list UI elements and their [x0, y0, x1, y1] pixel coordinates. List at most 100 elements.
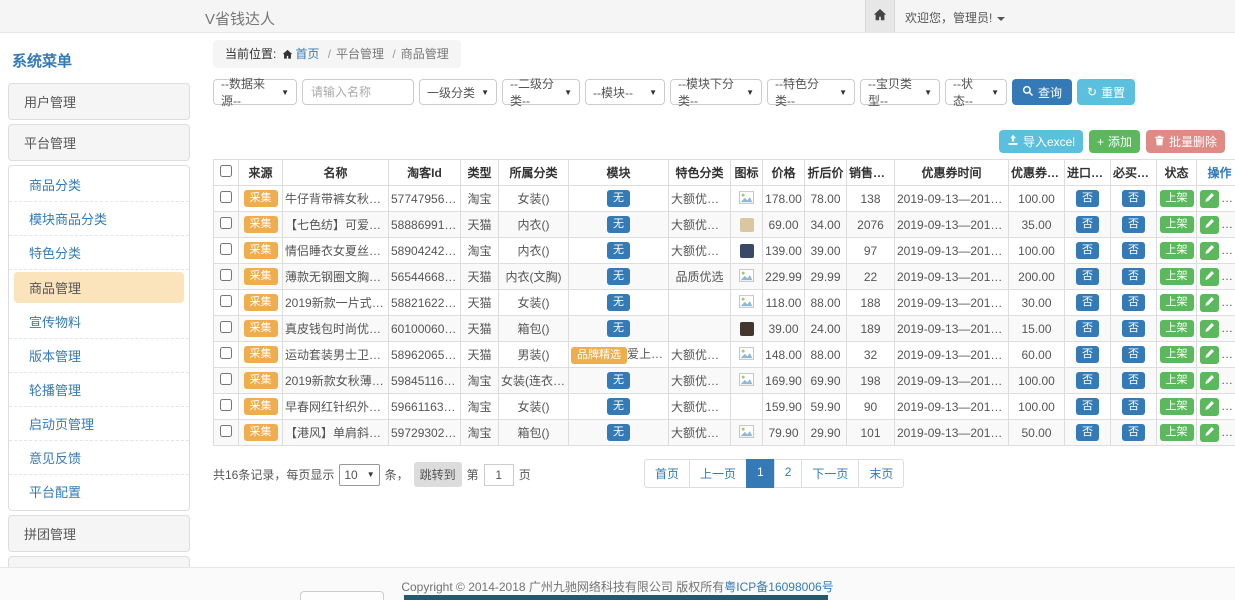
page-last[interactable]: 末页 [858, 459, 904, 488]
status-badge[interactable]: 上架 [1160, 320, 1194, 337]
status-badge[interactable]: 上架 [1160, 424, 1194, 441]
import-pick-badge[interactable]: 否 [1076, 398, 1099, 415]
filter-select-label: --模块-- [593, 84, 633, 101]
icp-link[interactable]: 粤ICP备16098006号 [724, 580, 833, 594]
breadcrumb-home-link[interactable]: 首页 [295, 47, 319, 61]
batch-delete-button[interactable]: 批量删除 [1146, 130, 1225, 153]
sidebar-item-platform-management[interactable]: 平台管理 [8, 124, 190, 161]
edit-button[interactable] [1200, 320, 1219, 338]
filter-select-level2-category[interactable]: --二级分类--▼ [502, 79, 580, 105]
sidebar-item-goods-management[interactable]: 商品管理 [14, 272, 184, 303]
edit-button[interactable] [1200, 372, 1219, 390]
sidebar-item-feature-category[interactable]: 特色分类 [9, 236, 189, 270]
jump-button[interactable]: 跳转到 [414, 462, 462, 487]
sidebar-item-splash-management[interactable]: 启动页管理 [9, 407, 189, 441]
filter-select-status[interactable]: --状态--▼ [945, 79, 1007, 105]
jump-page-input[interactable] [484, 464, 514, 486]
row-checkbox[interactable] [220, 321, 232, 333]
sidebar-item-user-management[interactable]: 用户管理 [8, 83, 190, 120]
row-checkbox[interactable] [220, 269, 232, 281]
must-buy-badge[interactable]: 否 [1122, 372, 1145, 389]
must-buy-badge[interactable]: 否 [1122, 190, 1145, 207]
edit-button[interactable] [1200, 424, 1219, 442]
import-pick-badge[interactable]: 否 [1076, 242, 1099, 259]
import-pick-badge[interactable]: 否 [1076, 190, 1099, 207]
must-buy-badge[interactable]: 否 [1122, 216, 1145, 233]
must-buy-cell: 否 [1111, 420, 1157, 446]
name-cell: 运动套装男士卫衣初秋... [283, 342, 389, 368]
edit-button[interactable] [1200, 346, 1219, 364]
sidebar-item-goods-category[interactable]: 商品分类 [9, 168, 189, 202]
must-buy-badge[interactable]: 否 [1122, 294, 1145, 311]
home-button[interactable] [865, 0, 895, 32]
page-2[interactable]: 2 [774, 459, 803, 488]
import-excel-button[interactable]: 导入excel [999, 130, 1083, 153]
status-badge[interactable]: 上架 [1160, 294, 1194, 311]
status-badge[interactable]: 上架 [1160, 398, 1194, 415]
row-checkbox[interactable] [220, 191, 232, 203]
filter-select-data-source[interactable]: --数据来源--▼ [213, 79, 297, 105]
filter-select-level1-category[interactable]: 一级分类▼ [419, 79, 497, 105]
row-checkbox[interactable] [220, 347, 232, 359]
edit-icon [1204, 243, 1215, 258]
filter-select-feature-category[interactable]: --特色分类--▼ [767, 79, 855, 105]
sidebar-item-carousel-management[interactable]: 轮播管理 [9, 373, 189, 407]
sidebar-item-module-goods-category[interactable]: 模块商品分类 [9, 202, 189, 236]
status-badge[interactable]: 上架 [1160, 346, 1194, 363]
must-buy-badge[interactable]: 否 [1122, 268, 1145, 285]
row-checkbox[interactable] [220, 295, 232, 307]
row-checkbox[interactable] [220, 373, 232, 385]
page-first[interactable]: 首页 [644, 459, 690, 488]
edit-button[interactable] [1200, 242, 1219, 260]
row-checkbox[interactable] [220, 217, 232, 229]
import-pick-badge[interactable]: 否 [1076, 294, 1099, 311]
filter-select-module-subcategory[interactable]: --模块下分类--▼ [670, 79, 762, 105]
edit-button[interactable] [1200, 398, 1219, 416]
import-pick-badge[interactable]: 否 [1076, 424, 1099, 441]
edit-icon [1204, 295, 1215, 310]
page-prev[interactable]: 上一页 [689, 459, 747, 488]
status-badge[interactable]: 上架 [1160, 242, 1194, 259]
page-size-select[interactable]: 10▼ [339, 464, 379, 486]
row-checkbox[interactable] [220, 243, 232, 255]
must-buy-badge[interactable]: 否 [1122, 320, 1145, 337]
sidebar-item-platform-config[interactable]: 平台配置 [9, 475, 189, 508]
coupon-time-cell: 2019-09-13—2019-09-17 [895, 264, 1009, 290]
edit-button[interactable] [1200, 216, 1219, 234]
row-checkbox[interactable] [220, 425, 232, 437]
page-next[interactable]: 下一页 [801, 459, 859, 488]
status-badge[interactable]: 上架 [1160, 216, 1194, 233]
must-buy-badge[interactable]: 否 [1122, 424, 1145, 441]
sidebar-item-feedback[interactable]: 意见反馈 [9, 441, 189, 475]
add-button[interactable]: + 添加 [1089, 130, 1140, 153]
import-pick-badge[interactable]: 否 [1076, 216, 1099, 233]
sidebar-item-saving-news[interactable]: 省直快报 [8, 556, 190, 567]
edit-button[interactable] [1200, 190, 1219, 208]
row-checkbox[interactable] [220, 399, 232, 411]
reset-button[interactable]: ↻重置 [1077, 79, 1135, 105]
import-pick-badge[interactable]: 否 [1076, 320, 1099, 337]
filter-select-module[interactable]: --模块--▼ [585, 79, 665, 105]
search-button[interactable]: 查询 [1012, 79, 1072, 105]
import-pick-badge[interactable]: 否 [1076, 268, 1099, 285]
sidebar-item-promo-materials[interactable]: 宣传物料 [9, 305, 189, 339]
status-badge[interactable]: 上架 [1160, 268, 1194, 285]
must-buy-badge[interactable]: 否 [1122, 346, 1145, 363]
page-1[interactable]: 1 [746, 459, 775, 488]
sidebar-item-version-management[interactable]: 版本管理 [9, 339, 189, 373]
import-pick-badge[interactable]: 否 [1076, 372, 1099, 389]
name-search-input[interactable] [302, 79, 414, 105]
filter-select-item-type[interactable]: --宝贝类型--▼ [860, 79, 940, 105]
type-cell: 天猫 [461, 290, 499, 316]
status-badge[interactable]: 上架 [1160, 190, 1194, 207]
must-buy-badge[interactable]: 否 [1122, 242, 1145, 259]
must-buy-badge[interactable]: 否 [1122, 398, 1145, 415]
user-menu[interactable]: 欢迎您，管理员! [905, 9, 1005, 26]
import-pick-badge[interactable]: 否 [1076, 346, 1099, 363]
status-badge[interactable]: 上架 [1160, 372, 1194, 389]
edit-button[interactable] [1200, 268, 1219, 286]
select-all-checkbox[interactable] [220, 165, 232, 177]
coupon-time-cell: 2019-09-13—2019-09-18 [895, 420, 1009, 446]
edit-button[interactable] [1200, 294, 1219, 312]
sidebar-item-groupbuy-management[interactable]: 拼团管理 [8, 515, 190, 552]
